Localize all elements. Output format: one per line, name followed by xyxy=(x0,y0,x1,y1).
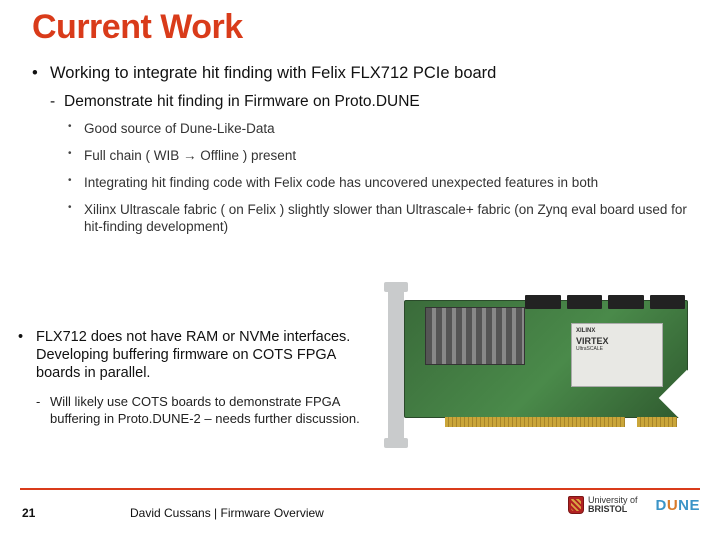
bullet-text: Demonstrate hit finding in Firmware on P… xyxy=(64,93,420,110)
page-number: 21 xyxy=(22,506,35,520)
footer-rule xyxy=(20,488,700,490)
bullet-text: FLX712 does not have RAM or NVMe interfa… xyxy=(36,329,350,381)
fpga-chip-label: XILINX VIRTEX UltraSCALE xyxy=(571,323,663,387)
bullet-l2: Demonstrate hit finding in Firmware on P… xyxy=(50,93,700,235)
dune-u: U xyxy=(667,497,678,514)
footer-text: David Cussans | Firmware Overview xyxy=(130,506,324,520)
dune-ne: NE xyxy=(678,497,700,514)
bullet-l3: Good source of Dune-Like-Data xyxy=(64,121,700,138)
bullet-l3: Full chain ( WIB → Offline ) present xyxy=(64,148,700,165)
bullet-l1: FLX712 does not have RAM or NVMe interfa… xyxy=(18,328,368,427)
pcie-fingers-short xyxy=(637,417,677,427)
chip-brand: XILINX xyxy=(576,328,658,335)
board-image: XILINX VIRTEX UltraSCALE xyxy=(396,296,696,446)
bullet-text: Working to integrate hit finding with Fe… xyxy=(50,64,496,82)
heatsink xyxy=(425,307,525,365)
bullet-l3: Xilinx Ultrascale fabric ( on Felix ) sl… xyxy=(64,202,700,236)
bullet-l2: Will likely use COTS boards to demonstra… xyxy=(36,394,368,427)
footer-logos: University of BRISTOL DUNE xyxy=(568,496,700,514)
chip-series: UltraSCALE xyxy=(576,347,658,353)
bullet-l1: Working to integrate hit finding with Fe… xyxy=(32,64,700,235)
dune-d: D xyxy=(655,497,666,514)
top-connectors xyxy=(525,295,685,309)
slide-title: Current Work xyxy=(32,8,243,47)
pcie-bracket xyxy=(388,290,404,440)
bristol-logo: University of BRISTOL xyxy=(568,496,638,514)
dune-logo: DUNE xyxy=(655,497,700,514)
pcb: XILINX VIRTEX UltraSCALE xyxy=(404,300,688,418)
bullet-l3: Integrating hit finding code with Felix … xyxy=(64,175,700,192)
pcie-fingers xyxy=(445,417,625,427)
chip-family: VIRTEX xyxy=(576,337,658,347)
content-block-1: Working to integrate hit finding with Fe… xyxy=(32,56,700,235)
crest-icon xyxy=(568,496,584,514)
bristol-line2: BRISTOL xyxy=(588,505,638,514)
content-block-2: FLX712 does not have RAM or NVMe interfa… xyxy=(18,320,368,427)
